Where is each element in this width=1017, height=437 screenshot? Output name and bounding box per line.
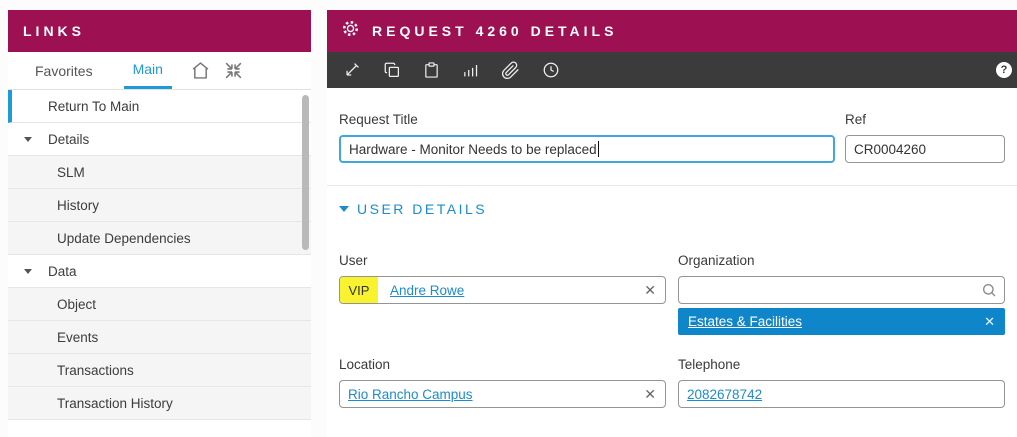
sidebar-item-label: SLM [57, 165, 85, 180]
pin-icon[interactable] [343, 61, 361, 79]
sidebar-title: LINKS [8, 10, 311, 52]
user-input: VIP Andre Rowe ✕ [339, 276, 666, 304]
request-title-label: Request Title [339, 112, 835, 127]
links-sidebar: LINKS Favorites Main Return To Main Detai… [8, 10, 311, 437]
help-button[interactable]: ? [996, 62, 1012, 78]
form-content: Request Title Hardware - Monitor Needs t… [327, 112, 1017, 408]
sidebar-item-label: Events [57, 330, 98, 345]
request-title-input[interactable]: Hardware - Monitor Needs to be replaced [339, 135, 835, 163]
sidebar-item-events[interactable]: Events [8, 321, 311, 354]
sidebar-scrollbar[interactable] [302, 95, 309, 250]
page-title: REQUEST 4260 DETAILS [372, 23, 617, 39]
sidebar-item-label: History [57, 198, 99, 213]
user-details-section-header[interactable]: USER DETAILS [339, 201, 1005, 217]
ref-input[interactable] [845, 135, 1005, 163]
home-icon[interactable] [190, 60, 211, 81]
paperclip-icon[interactable] [501, 61, 520, 80]
text-cursor [598, 141, 599, 157]
telephone-field: Telephone 2082678742 [678, 357, 1005, 408]
panel-header: REQUEST 4260 DETAILS [327, 10, 1017, 52]
sidebar-item-slm[interactable]: SLM [8, 156, 311, 189]
clipboard-icon[interactable] [423, 61, 440, 79]
gear-icon [341, 19, 360, 43]
sidebar-item-transactions[interactable]: Transactions [8, 354, 311, 387]
tab-main[interactable]: Main [124, 52, 172, 89]
organization-label: Organization [678, 253, 1005, 268]
sidebar-item-label: Object [57, 297, 96, 312]
collapse-icon[interactable] [223, 60, 244, 81]
sidebar-item-update-dependencies[interactable]: Update Dependencies [8, 222, 311, 255]
bar-chart-icon[interactable] [462, 61, 479, 79]
sidebar-item-transaction-history[interactable]: Transaction History [8, 387, 311, 420]
location-label: Location [339, 357, 666, 372]
sidebar-item-history[interactable]: History [8, 189, 311, 222]
sidebar-item-label: Update Dependencies [57, 231, 191, 246]
ref-label: Ref [845, 112, 1005, 127]
sidebar-item-label: Transactions [57, 363, 134, 378]
location-link[interactable]: Rio Rancho Campus [340, 387, 473, 402]
sidebar-item-label: Data [48, 264, 77, 279]
request-title-value: Hardware - Monitor Needs to be replaced [341, 142, 597, 157]
caret-down-icon [24, 269, 32, 274]
telephone-label: Telephone [678, 357, 1005, 372]
sidebar-item-label: Details [48, 132, 89, 147]
sidebar-tabs: Favorites Main [8, 52, 311, 90]
location-clear-icon[interactable]: ✕ [644, 387, 656, 401]
location-field: Location Rio Rancho Campus ✕ [339, 357, 666, 408]
location-input: Rio Rancho Campus ✕ [339, 380, 666, 408]
organization-field: Organization Estates & Facilities ✕ [678, 253, 1005, 335]
clock-icon[interactable] [542, 61, 560, 79]
sidebar-item-object[interactable]: Object [8, 288, 311, 321]
toolbar: ? [327, 52, 1017, 88]
sidebar-item-data[interactable]: Data [8, 255, 311, 288]
user-details-section-label: USER DETAILS [357, 201, 487, 217]
organization-tag-close-icon[interactable]: ✕ [984, 315, 995, 328]
sidebar-item-label: Return To Main [48, 99, 139, 114]
caret-down-icon [24, 137, 32, 142]
organization-search-input[interactable] [678, 276, 1005, 304]
section-divider [327, 185, 1017, 186]
sidebar-menu: Return To Main Details SLM History Update De… [8, 90, 311, 420]
user-label: User [339, 253, 666, 268]
search-icon [981, 282, 997, 298]
tab-favorites[interactable]: Favorites [26, 52, 102, 89]
organization-tag-link[interactable]: Estates & Facilities [688, 314, 802, 329]
telephone-input: 2082678742 [678, 380, 1005, 408]
telephone-link[interactable]: 2082678742 [679, 387, 762, 402]
request-details-panel: REQUEST 4260 DETAILS [327, 10, 1017, 437]
organization-tag: Estates & Facilities ✕ [678, 308, 1005, 335]
chevron-down-icon [339, 206, 349, 212]
sidebar-item-label: Transaction History [57, 396, 173, 411]
sidebar-item-details[interactable]: Details [8, 123, 311, 156]
sidebar-item-return-to-main[interactable]: Return To Main [8, 90, 311, 123]
vip-badge: VIP [340, 277, 378, 303]
sidebar-tab-icons [190, 52, 244, 89]
user-link[interactable]: Andre Rowe [390, 283, 464, 298]
user-clear-icon[interactable]: ✕ [644, 283, 656, 297]
copy-icon[interactable] [383, 61, 401, 79]
user-field: User VIP Andre Rowe ✕ [339, 253, 666, 335]
